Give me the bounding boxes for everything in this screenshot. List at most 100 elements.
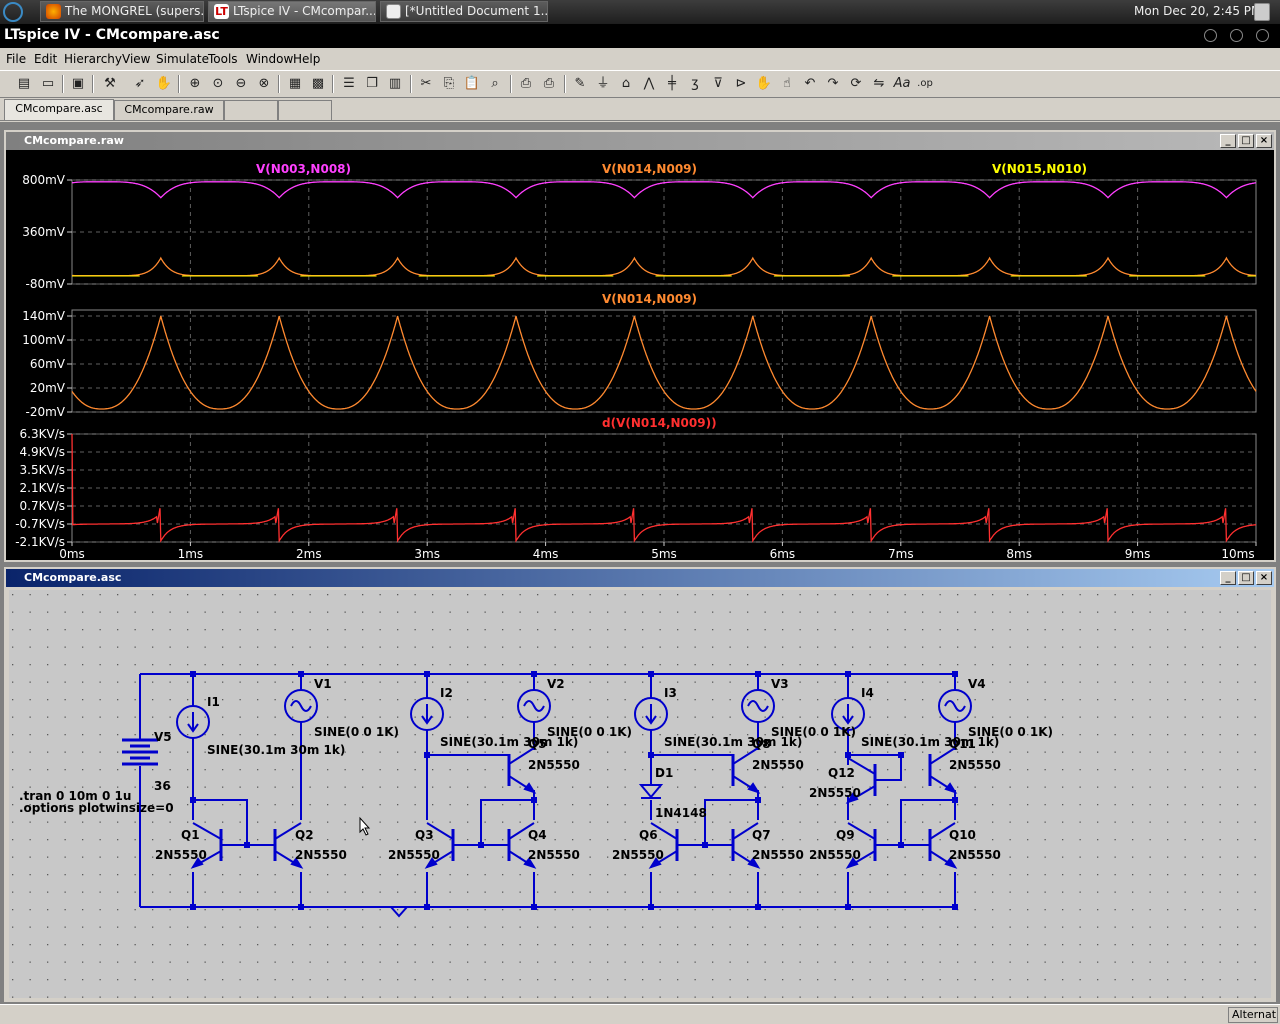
rotate-icon[interactable]: ⟳	[846, 74, 866, 94]
resistor-icon[interactable]: ⋀	[639, 74, 659, 94]
trash-icon[interactable]	[1254, 3, 1270, 21]
y-tick-label: -80mV	[26, 277, 66, 291]
junction-dot	[424, 752, 430, 758]
diode-icon[interactable]: ⊽	[708, 74, 728, 94]
cut-icon[interactable]: ✂	[416, 74, 436, 94]
spice-directive-icon[interactable]: .op	[915, 74, 935, 94]
trace-legend-label[interactable]: V(N014,N009)	[602, 162, 697, 176]
mdi-workspace: CMcompare.raw _ □ × 800mV 360mV -80mV V(N00…	[0, 122, 1280, 1004]
junction-dot	[531, 797, 537, 803]
waveform-window: CMcompare.raw _ □ × 800mV 360mV -80mV V(N00…	[4, 130, 1276, 562]
junction-dot	[531, 671, 537, 677]
new-schematic-icon[interactable]: ▤	[14, 74, 34, 94]
menu-view[interactable]: View	[122, 52, 150, 66]
menu-tools[interactable]: Tools	[208, 52, 238, 66]
tab-empty-2[interactable]	[278, 100, 332, 120]
drag-icon[interactable]: ☝	[777, 74, 797, 94]
menu-window[interactable]: Window	[246, 52, 293, 66]
inductor-icon[interactable]: ʒ	[685, 74, 705, 94]
label-d1-model: 1N4148	[655, 806, 707, 820]
toolbar-separator	[564, 75, 566, 93]
toolbar: ▤ ▭ ▣ ⚒ ➶ ✋ ⊕ ⊙ ⊖ ⊗ ▦ ▩ ☰ ❐ ▥ ✂ ⎘ 📋 ⌕ ⎙ …	[0, 70, 1280, 98]
ground-icon[interactable]: ⏚	[593, 74, 613, 94]
schematic-window-title-bar[interactable]: CMcompare.asc _ □ ×	[6, 569, 1274, 587]
run-icon[interactable]: ➶	[130, 74, 150, 94]
maximize-icon[interactable]: □	[1238, 571, 1254, 585]
schematic-canvas[interactable]: I1 V1 I2 V2 I3 V3 I4 V4 V5 36 SINE(30.1m 30m 1k) SI…	[9, 590, 1271, 998]
capacitor-icon[interactable]: ╪	[662, 74, 682, 94]
tile-vertical-icon[interactable]: ▥	[385, 74, 405, 94]
copy-icon[interactable]: ⎘	[439, 74, 459, 94]
undo-icon[interactable]: ↶	[800, 74, 820, 94]
junction-dot	[190, 671, 196, 677]
halt-icon[interactable]: ✋	[154, 74, 174, 94]
control-panel-icon[interactable]: ⚒	[100, 74, 120, 94]
maximize-icon[interactable]	[1230, 29, 1243, 42]
taskbar-item-ltspice[interactable]: LT LTspice IV - CMcompar...	[208, 1, 376, 22]
junction-dot	[190, 904, 196, 910]
junction-dot	[898, 842, 904, 848]
tab-cmcompare-raw[interactable]: CMcompare.raw	[114, 100, 224, 120]
paste-icon[interactable]: 📋	[462, 74, 482, 94]
menu-file[interactable]: File	[6, 52, 26, 66]
text-icon[interactable]: Aa	[892, 74, 912, 94]
close-icon[interactable]	[1256, 29, 1269, 42]
zoom-out-icon[interactable]: ⊖	[231, 74, 251, 94]
draw-wire-icon[interactable]: ✎	[570, 74, 590, 94]
menu-edit[interactable]: Edit	[34, 52, 57, 66]
x-tick-label: 1ms	[178, 547, 204, 560]
label-q10-model: 2N5550	[949, 848, 1001, 862]
trace-legend-label[interactable]: V(N003,N008)	[256, 162, 351, 176]
component-icon[interactable]: ⊳	[731, 74, 751, 94]
taskbar: The MONGREL (supers... LT LTspice IV - C…	[0, 0, 1280, 24]
cascade-icon[interactable]: ❐	[362, 74, 382, 94]
mirror-icon[interactable]: ⇋	[869, 74, 889, 94]
clock[interactable]: Mon Dec 20, 2:45 PM	[1134, 4, 1261, 18]
trace-legend-label[interactable]: V(N014,N009)	[602, 292, 697, 306]
label-q3-model: 2N5550	[388, 848, 440, 862]
task-label: LTspice IV - CMcompar...	[233, 4, 376, 18]
find-icon[interactable]: ⌕	[485, 74, 505, 94]
waveform-window-title-bar[interactable]: CMcompare.raw _ □ ×	[6, 132, 1274, 150]
toolbar-separator	[178, 75, 180, 93]
label-net-icon[interactable]: ⌂	[616, 74, 636, 94]
y-tick-label: 20mV	[30, 381, 66, 395]
close-icon[interactable]: ×	[1256, 571, 1272, 585]
y-tick-label: -0.7KV/s	[15, 517, 65, 531]
menu-hierarchy[interactable]: Hierarchy	[64, 52, 122, 66]
x-tick-label: 9ms	[1125, 547, 1151, 560]
label-v5-value: 36	[154, 779, 171, 793]
menu-simulate[interactable]: Simulate	[156, 52, 209, 66]
grid-icon[interactable]: ▩	[308, 74, 328, 94]
maximize-icon[interactable]: □	[1238, 134, 1254, 148]
close-icon[interactable]: ×	[1256, 134, 1272, 148]
trace-legend-label[interactable]: d(V(N014,N009))	[602, 416, 717, 430]
taskbar-item-editor[interactable]: [*Untitled Document 1...	[380, 1, 548, 22]
taskbar-item-browser[interactable]: The MONGREL (supers...	[40, 1, 204, 22]
schematic-window: CMcompare.asc _ □ × I1 V1 I2 V2 I3 V3 I4…	[4, 567, 1276, 1002]
menu-help[interactable]: Help	[293, 52, 320, 66]
minimize-icon[interactable]: _	[1220, 134, 1236, 148]
x-tick-label: 4ms	[533, 547, 559, 560]
move-icon[interactable]: ✋	[754, 74, 774, 94]
zoom-fit-icon[interactable]: ⊗	[254, 74, 274, 94]
label-i3: I3	[664, 686, 677, 700]
print-setup-icon[interactable]: ⎙	[516, 74, 536, 94]
label-i2: I2	[440, 686, 453, 700]
minimize-icon[interactable]: _	[1220, 571, 1236, 585]
junction-dot	[898, 752, 904, 758]
print-icon[interactable]: ⎙	[539, 74, 559, 94]
tab-cmcompare-asc[interactable]: CMcompare.asc	[4, 99, 114, 120]
pan-icon[interactable]: ⊙	[208, 74, 228, 94]
waveform-plot-area[interactable]: 800mV 360mV -80mV V(N003,N008) V(N014,N009) V…	[6, 150, 1274, 560]
redo-icon[interactable]: ↷	[823, 74, 843, 94]
zoom-in-icon[interactable]: ⊕	[185, 74, 205, 94]
tab-empty-1[interactable]	[224, 100, 278, 120]
minimize-icon[interactable]	[1204, 29, 1217, 42]
system-menu-icon[interactable]	[3, 2, 23, 22]
autorange-icon[interactable]: ▦	[285, 74, 305, 94]
tile-horizontal-icon[interactable]: ☰	[339, 74, 359, 94]
save-icon[interactable]: ▣	[68, 74, 88, 94]
trace-legend-label[interactable]: V(N015,N010)	[992, 162, 1087, 176]
open-icon[interactable]: ▭	[38, 74, 58, 94]
